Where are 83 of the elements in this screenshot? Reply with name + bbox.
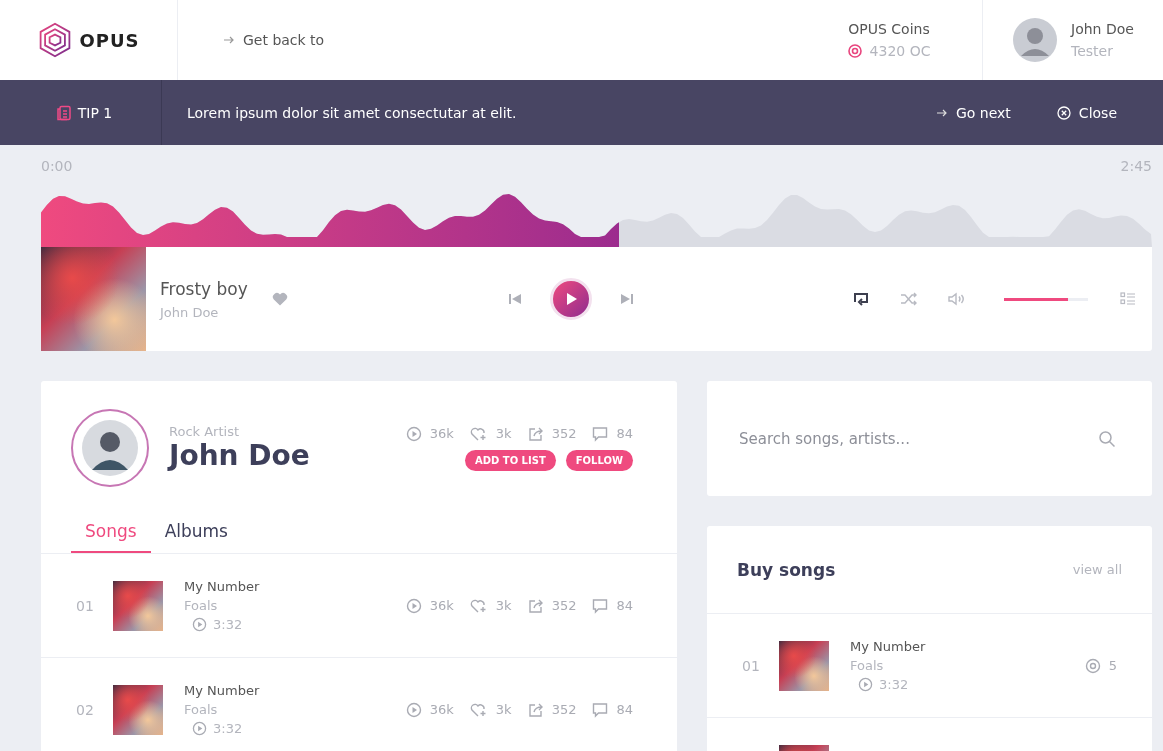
search-icon[interactable] [1098, 429, 1116, 448]
document-icon [55, 104, 72, 121]
album-art [113, 684, 163, 735]
song-title: My Number [184, 579, 260, 594]
track-number: 01 [76, 597, 95, 614]
stat-count: 84 [616, 702, 633, 717]
tab[interactable]: Albums [150, 515, 242, 553]
song-title: My Number [184, 683, 260, 698]
stat-count: 3k [495, 598, 512, 613]
avatar-icon [1013, 18, 1057, 62]
next-icon[interactable] [619, 293, 634, 305]
coins-label: OPUS Coins [848, 21, 930, 37]
share-icon [527, 425, 544, 442]
song-duration: 3:32 [213, 617, 243, 632]
action-button[interactable]: FOLLOW [565, 449, 633, 471]
action-button[interactable]: ADD TO LIST [465, 449, 556, 471]
comment-icon [592, 597, 609, 614]
song-price: 5 [1108, 658, 1117, 673]
play-button[interactable] [549, 278, 592, 320]
stat-count: 352 [551, 598, 577, 613]
song-artist: Foals [184, 598, 219, 613]
section-title: Buy songs [737, 559, 836, 580]
song-duration: 3:32 [213, 721, 243, 736]
share-icon [527, 701, 544, 718]
stat-count: 36k [429, 426, 454, 441]
stat-count: 352 [551, 702, 577, 717]
stat-count: 352 [551, 426, 577, 441]
album-art [113, 580, 163, 631]
coin-icon [847, 44, 862, 58]
arrow-right-icon [936, 108, 948, 117]
track-number: 02 [76, 701, 95, 718]
stat-count: 36k [429, 702, 454, 717]
stat-count: 84 [616, 426, 633, 441]
tab[interactable]: Songs [71, 515, 151, 553]
coins-value: 4320 OC [869, 43, 931, 59]
list-icon[interactable] [1120, 292, 1136, 306]
user-name: John Doe [1071, 21, 1134, 37]
comment-icon [592, 425, 609, 442]
elapsed-time: 0:00 [41, 158, 73, 174]
play-circle-icon [858, 677, 873, 692]
song-duration: 3:32 [879, 677, 909, 692]
play-circle-icon [192, 721, 207, 736]
shuffle-icon[interactable] [900, 292, 918, 306]
stat-count: 36k [429, 598, 454, 613]
close-button[interactable]: Close [1056, 104, 1117, 121]
heart-plus-icon [469, 701, 488, 718]
album-art [779, 640, 829, 691]
play-circle-icon [192, 617, 207, 632]
share-icon [527, 597, 544, 614]
stat-count: 84 [616, 598, 633, 613]
tip-label: TIP 1 [77, 104, 113, 121]
track-number: 01 [742, 657, 761, 674]
arrow-right-icon [224, 36, 235, 44]
play-circle-icon [405, 701, 422, 718]
tip-text: Lorem ipsum dolor sit amet consectutar at elit. [186, 104, 517, 121]
close-icon [1056, 105, 1071, 120]
song-artist: Foals [184, 702, 219, 717]
stat-count: 3k [495, 702, 512, 717]
logo-text: OPUS [79, 29, 140, 51]
track-artist: John Doe [160, 304, 220, 320]
artist-genre: Rock Artist [169, 424, 241, 439]
total-time: 2:45 [1120, 158, 1152, 174]
song-artist: Foals [850, 658, 885, 673]
go-next-link[interactable]: Go next [936, 104, 1011, 121]
artist-name: John Doe [169, 439, 310, 472]
heart-icon[interactable] [271, 292, 288, 306]
play-circle-icon [405, 425, 422, 442]
heart-plus-icon [469, 597, 488, 614]
speaker-icon[interactable] [948, 292, 966, 306]
volume-slider[interactable] [1004, 297, 1088, 301]
repeat-icon[interactable] [852, 291, 870, 307]
user-role: Tester [1071, 43, 1114, 59]
heart-plus-icon [469, 425, 488, 442]
comment-icon [592, 701, 609, 718]
song-title: My Number [850, 639, 926, 654]
stat-count: 3k [495, 426, 512, 441]
track-title: Frosty boy [160, 278, 248, 299]
person-silhouette-icon [82, 420, 138, 476]
play-circle-icon [405, 597, 422, 614]
coin-icon [1084, 657, 1101, 674]
play-icon [566, 292, 579, 306]
back-link[interactable]: Get back to [178, 0, 325, 80]
previous-icon[interactable] [507, 293, 522, 305]
